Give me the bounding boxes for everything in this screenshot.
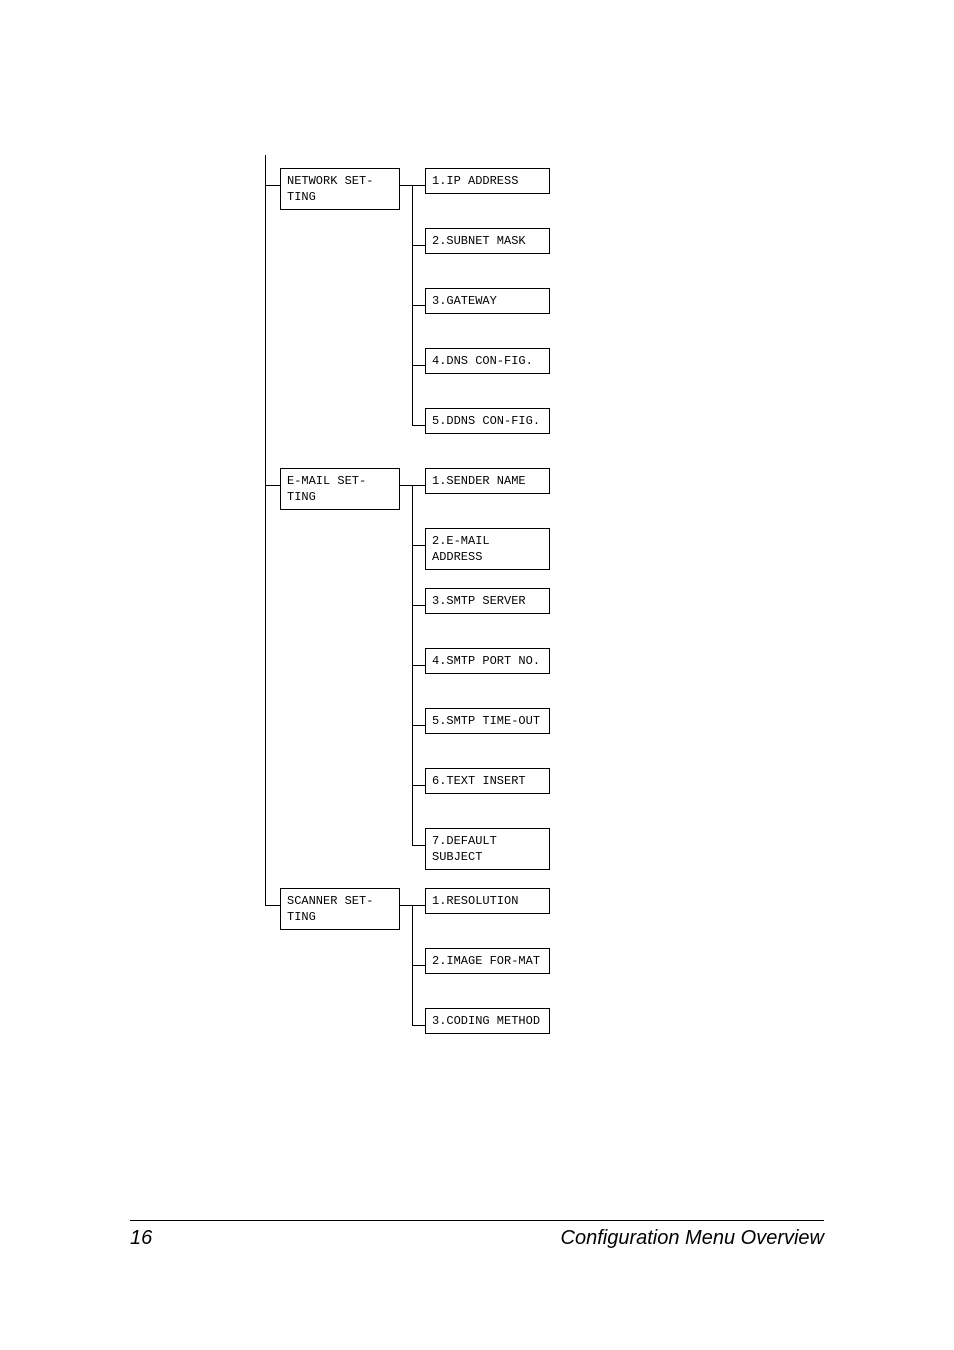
- menu-item-label: 1.RESOLUTION: [432, 894, 518, 908]
- page-number: 16: [130, 1227, 152, 1250]
- connector-line: [412, 905, 425, 906]
- menu-item-box: 3.SMTP SERVER: [425, 588, 550, 614]
- connector-line: [412, 245, 425, 246]
- connector-line: [265, 905, 280, 906]
- menu-box-email: E-MAIL SET-TING: [280, 468, 400, 510]
- connector-line: [412, 1025, 425, 1026]
- menu-item-box: 3.GATEWAY: [425, 288, 550, 314]
- menu-item-label: 3.GATEWAY: [432, 294, 497, 308]
- menu-item-label: 1.IP ADDRESS: [432, 174, 518, 188]
- menu-item-label: 1.SENDER NAME: [432, 474, 526, 488]
- connector-line: [400, 905, 412, 906]
- connector-line: [265, 485, 280, 486]
- menu-item-label: 4.SMTP PORT NO.: [432, 654, 540, 668]
- connector-line: [265, 185, 280, 186]
- menu-item-box: 4.SMTP PORT NO.: [425, 648, 550, 674]
- menu-item-box: 6.TEXT INSERT: [425, 768, 550, 794]
- footer-rule: [130, 1220, 824, 1221]
- menu-item-label: 3.SMTP SERVER: [432, 594, 526, 608]
- page-footer: 16 Configuration Menu Overview: [130, 1220, 824, 1250]
- menu-item-label: 7.DEFAULT SUBJECT: [432, 834, 497, 864]
- menu-item-box: 1.IP ADDRESS: [425, 168, 550, 194]
- connector-line: [412, 845, 425, 846]
- menu-item-box: 5.DDNS CON-FIG.: [425, 408, 550, 434]
- connector-line: [412, 305, 425, 306]
- connector-line: [412, 965, 425, 966]
- menu-item-box: 1.SENDER NAME: [425, 468, 550, 494]
- menu-item-box: 4.DNS CON-FIG.: [425, 348, 550, 374]
- menu-label: NETWORK SET-TING: [287, 174, 373, 204]
- menu-item-label: 2.E-MAIL ADDRESS: [432, 534, 490, 564]
- menu-item-box: 2.SUBNET MASK: [425, 228, 550, 254]
- menu-item-box: 5.SMTP TIME-OUT: [425, 708, 550, 734]
- menu-item-label: 5.DDNS CON-FIG.: [432, 414, 540, 428]
- connector-line: [412, 665, 425, 666]
- menu-item-box: 7.DEFAULT SUBJECT: [425, 828, 550, 870]
- menu-item-box: 1.RESOLUTION: [425, 888, 550, 914]
- menu-item-label: 6.TEXT INSERT: [432, 774, 526, 788]
- menu-label: SCANNER SET-TING: [287, 894, 373, 924]
- menu-item-label: 2.SUBNET MASK: [432, 234, 526, 248]
- menu-label: E-MAIL SET-TING: [287, 474, 366, 504]
- menu-item-label: 5.SMTP TIME-OUT: [432, 714, 540, 728]
- connector-line: [265, 885, 266, 905]
- footer-title: Configuration Menu Overview: [561, 1227, 824, 1250]
- menu-item-box: 2.IMAGE FOR-MAT: [425, 948, 550, 974]
- menu-box-scanner: SCANNER SET-TING: [280, 888, 400, 930]
- connector-line: [412, 185, 425, 186]
- connector-line: [412, 725, 425, 726]
- connector-line: [412, 485, 425, 486]
- connector-line: [412, 785, 425, 786]
- connector-line: [265, 155, 266, 170]
- connector-line: [412, 605, 425, 606]
- connector-line: [412, 545, 425, 546]
- menu-item-box: 3.CODING METHOD: [425, 1008, 550, 1034]
- menu-item-label: 3.CODING METHOD: [432, 1014, 540, 1028]
- menu-item-label: 2.IMAGE FOR-MAT: [432, 954, 540, 968]
- menu-item-box: 2.E-MAIL ADDRESS: [425, 528, 550, 570]
- connector-line: [400, 185, 412, 186]
- menu-item-label: 4.DNS CON-FIG.: [432, 354, 533, 368]
- connector-line: [265, 170, 266, 885]
- connector-line: [412, 425, 425, 426]
- menu-box-network: NETWORK SET-TING: [280, 168, 400, 210]
- connector-line: [400, 485, 412, 486]
- connector-line: [412, 365, 425, 366]
